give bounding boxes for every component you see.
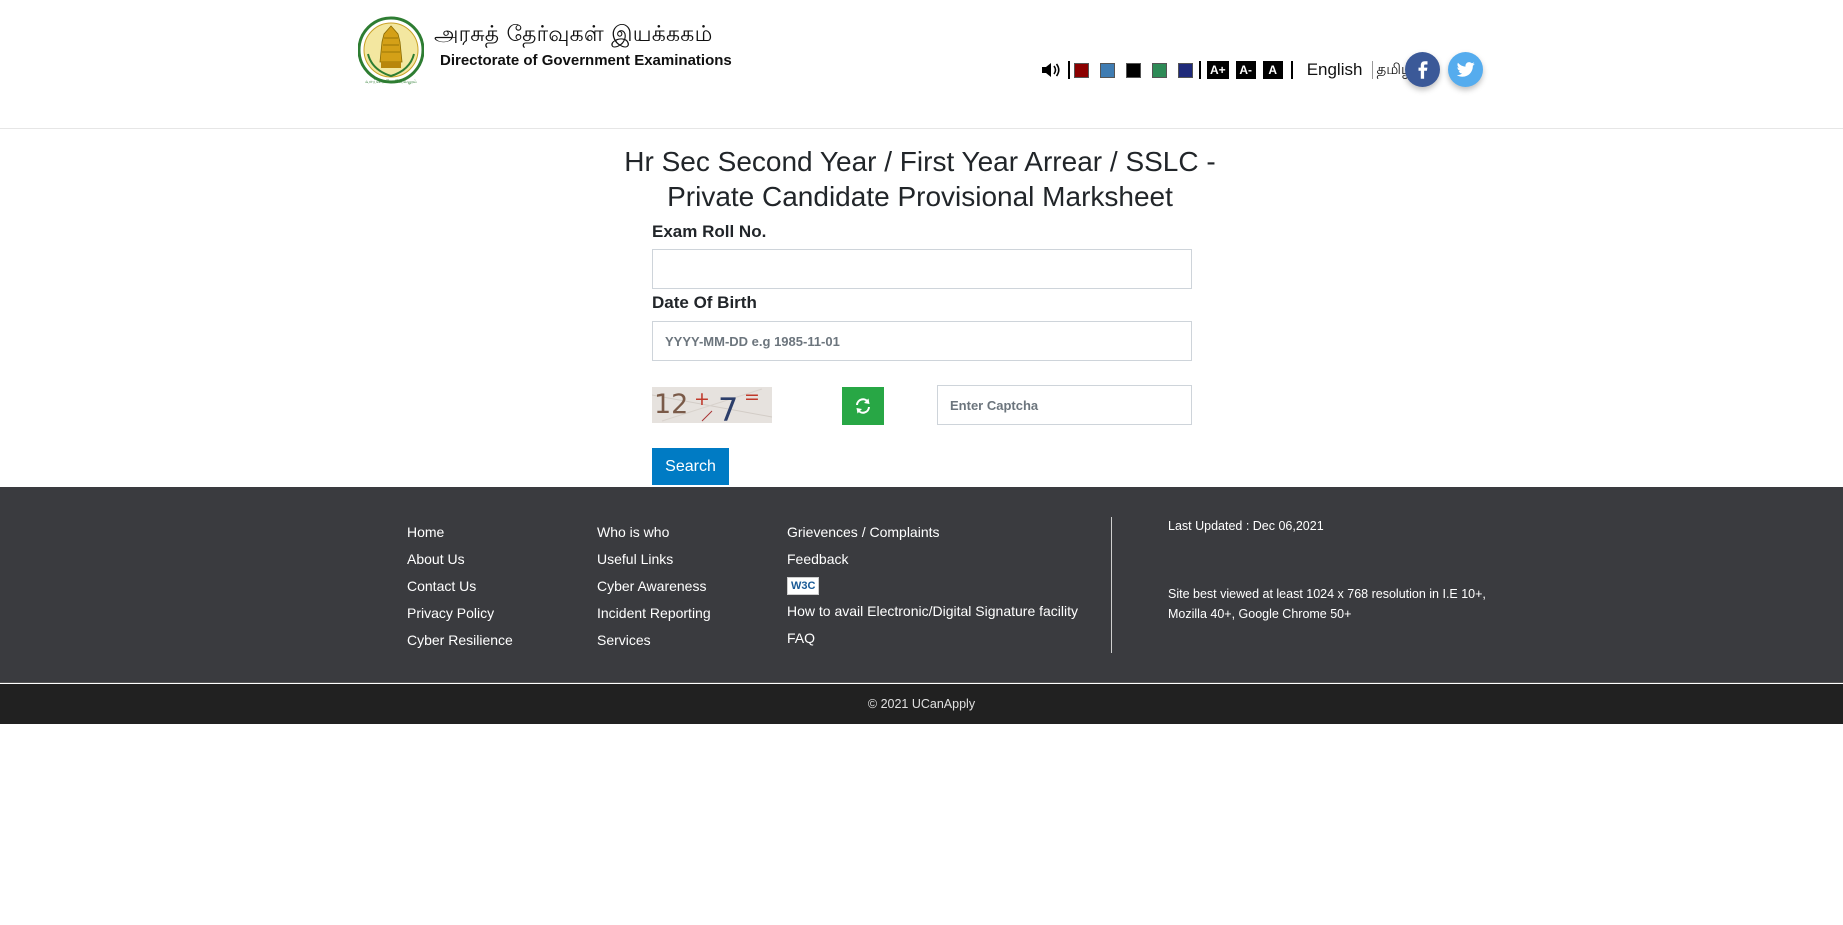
page-title: Hr Sec Second Year / First Year Arrear /…: [600, 144, 1240, 214]
captcha-input[interactable]: [937, 385, 1192, 425]
theme-swatch-red[interactable]: [1074, 62, 1089, 78]
footer-link-who-is-who[interactable]: Who is who: [597, 519, 711, 546]
dob-label: Date Of Birth: [652, 293, 757, 312]
site-footer: Home About Us Contact Us Privacy Policy …: [0, 487, 1843, 683]
refresh-icon: [856, 398, 870, 414]
language-english-link[interactable]: English: [1307, 60, 1363, 80]
divider: [1068, 61, 1070, 79]
footer-link-home[interactable]: Home: [407, 519, 513, 546]
footer-column-2: Who is who Useful Links Cyber Awareness …: [597, 519, 711, 654]
tn-government-emblem-icon: வாய்மையே வெல்லும்: [358, 16, 424, 85]
theme-swatch-blue[interactable]: [1100, 62, 1115, 78]
captcha-image: 12 + 7 =: [652, 387, 772, 423]
search-button[interactable]: Search: [652, 448, 729, 485]
divider: [1372, 61, 1374, 79]
page-title-line1: Hr Sec Second Year / First Year Arrear /…: [624, 146, 1216, 177]
captcha-graphic: 12 + 7 =: [652, 387, 772, 423]
footer-link-about-us[interactable]: About Us: [407, 546, 513, 573]
svg-text:7: 7: [718, 391, 738, 423]
footer-link-digital-signature[interactable]: How to avail Electronic/Digital Signatur…: [787, 598, 1078, 625]
page-title-line2: Private Candidate Provisional Marksheet: [667, 181, 1173, 212]
brand-english: Directorate of Government Examinations: [440, 52, 732, 69]
site-header: வாய்மையே வெல்லும் அரசுத் தேர்வுகள் இயக்க…: [0, 0, 1843, 129]
twitter-icon: [1456, 62, 1475, 77]
footer-divider: [1111, 517, 1112, 653]
footer-column-1: Home About Us Contact Us Privacy Policy …: [407, 519, 513, 654]
svg-text:=: =: [744, 387, 760, 408]
theme-swatch-black[interactable]: [1126, 62, 1141, 78]
font-increase-button[interactable]: A+: [1207, 61, 1229, 79]
logo[interactable]: வாய்மையே வெல்லும் அரசுத் தேர்வுகள் இயக்க…: [358, 12, 732, 90]
roll-number-input[interactable]: [652, 249, 1192, 289]
footer-link-services[interactable]: Services: [597, 627, 711, 654]
last-updated-text: Last Updated : Dec 06,2021: [1168, 519, 1324, 533]
divider: [1290, 61, 1293, 79]
divider: [1199, 61, 1201, 79]
footer-link-incident-reporting[interactable]: Incident Reporting: [597, 600, 711, 627]
twitter-button[interactable]: [1448, 52, 1483, 87]
footer-link-cyber-awareness[interactable]: Cyber Awareness: [597, 573, 711, 600]
font-reset-button[interactable]: A: [1262, 61, 1283, 79]
accessibility-toolbar: A+ A- A English தமிழ்: [1040, 58, 1413, 82]
footer-link-grievences[interactable]: Grievences / Complaints: [787, 519, 1078, 546]
svg-text:+: +: [694, 388, 710, 410]
theme-swatch-green[interactable]: [1152, 62, 1167, 78]
svg-text:12: 12: [654, 389, 688, 420]
font-decrease-button[interactable]: A-: [1235, 61, 1256, 79]
speaker-icon[interactable]: [1040, 61, 1062, 79]
footer-link-privacy-policy[interactable]: Privacy Policy: [407, 600, 513, 627]
w3c-badge-icon[interactable]: W3C: [787, 577, 820, 595]
footer-link-faq[interactable]: FAQ: [787, 625, 1078, 652]
footer-link-cyber-resilience[interactable]: Cyber Resilience: [407, 627, 513, 654]
footer-column-3: Grievences / Complaints Feedback W3C How…: [787, 519, 1078, 652]
dob-input[interactable]: [652, 321, 1192, 361]
facebook-icon: [1418, 60, 1427, 79]
best-viewed-text: Site best viewed at least 1024 x 768 res…: [1168, 587, 1486, 621]
footer-link-contact-us[interactable]: Contact Us: [407, 573, 513, 600]
refresh-captcha-button[interactable]: [842, 387, 884, 425]
facebook-button[interactable]: [1405, 52, 1440, 87]
roll-number-label: Exam Roll No.: [652, 222, 767, 241]
brand-tamil: அரசுத் தேர்வுகள் இயக்ககம்: [434, 22, 713, 47]
copyright-bar: © 2021 UCanApply: [0, 684, 1843, 724]
theme-swatch-navy[interactable]: [1178, 62, 1193, 78]
footer-link-feedback[interactable]: Feedback: [787, 546, 1078, 573]
footer-link-useful-links[interactable]: Useful Links: [597, 546, 711, 573]
svg-text:வாய்மையே வெல்லும்: வாய்மையே வெல்லும்: [365, 79, 417, 85]
